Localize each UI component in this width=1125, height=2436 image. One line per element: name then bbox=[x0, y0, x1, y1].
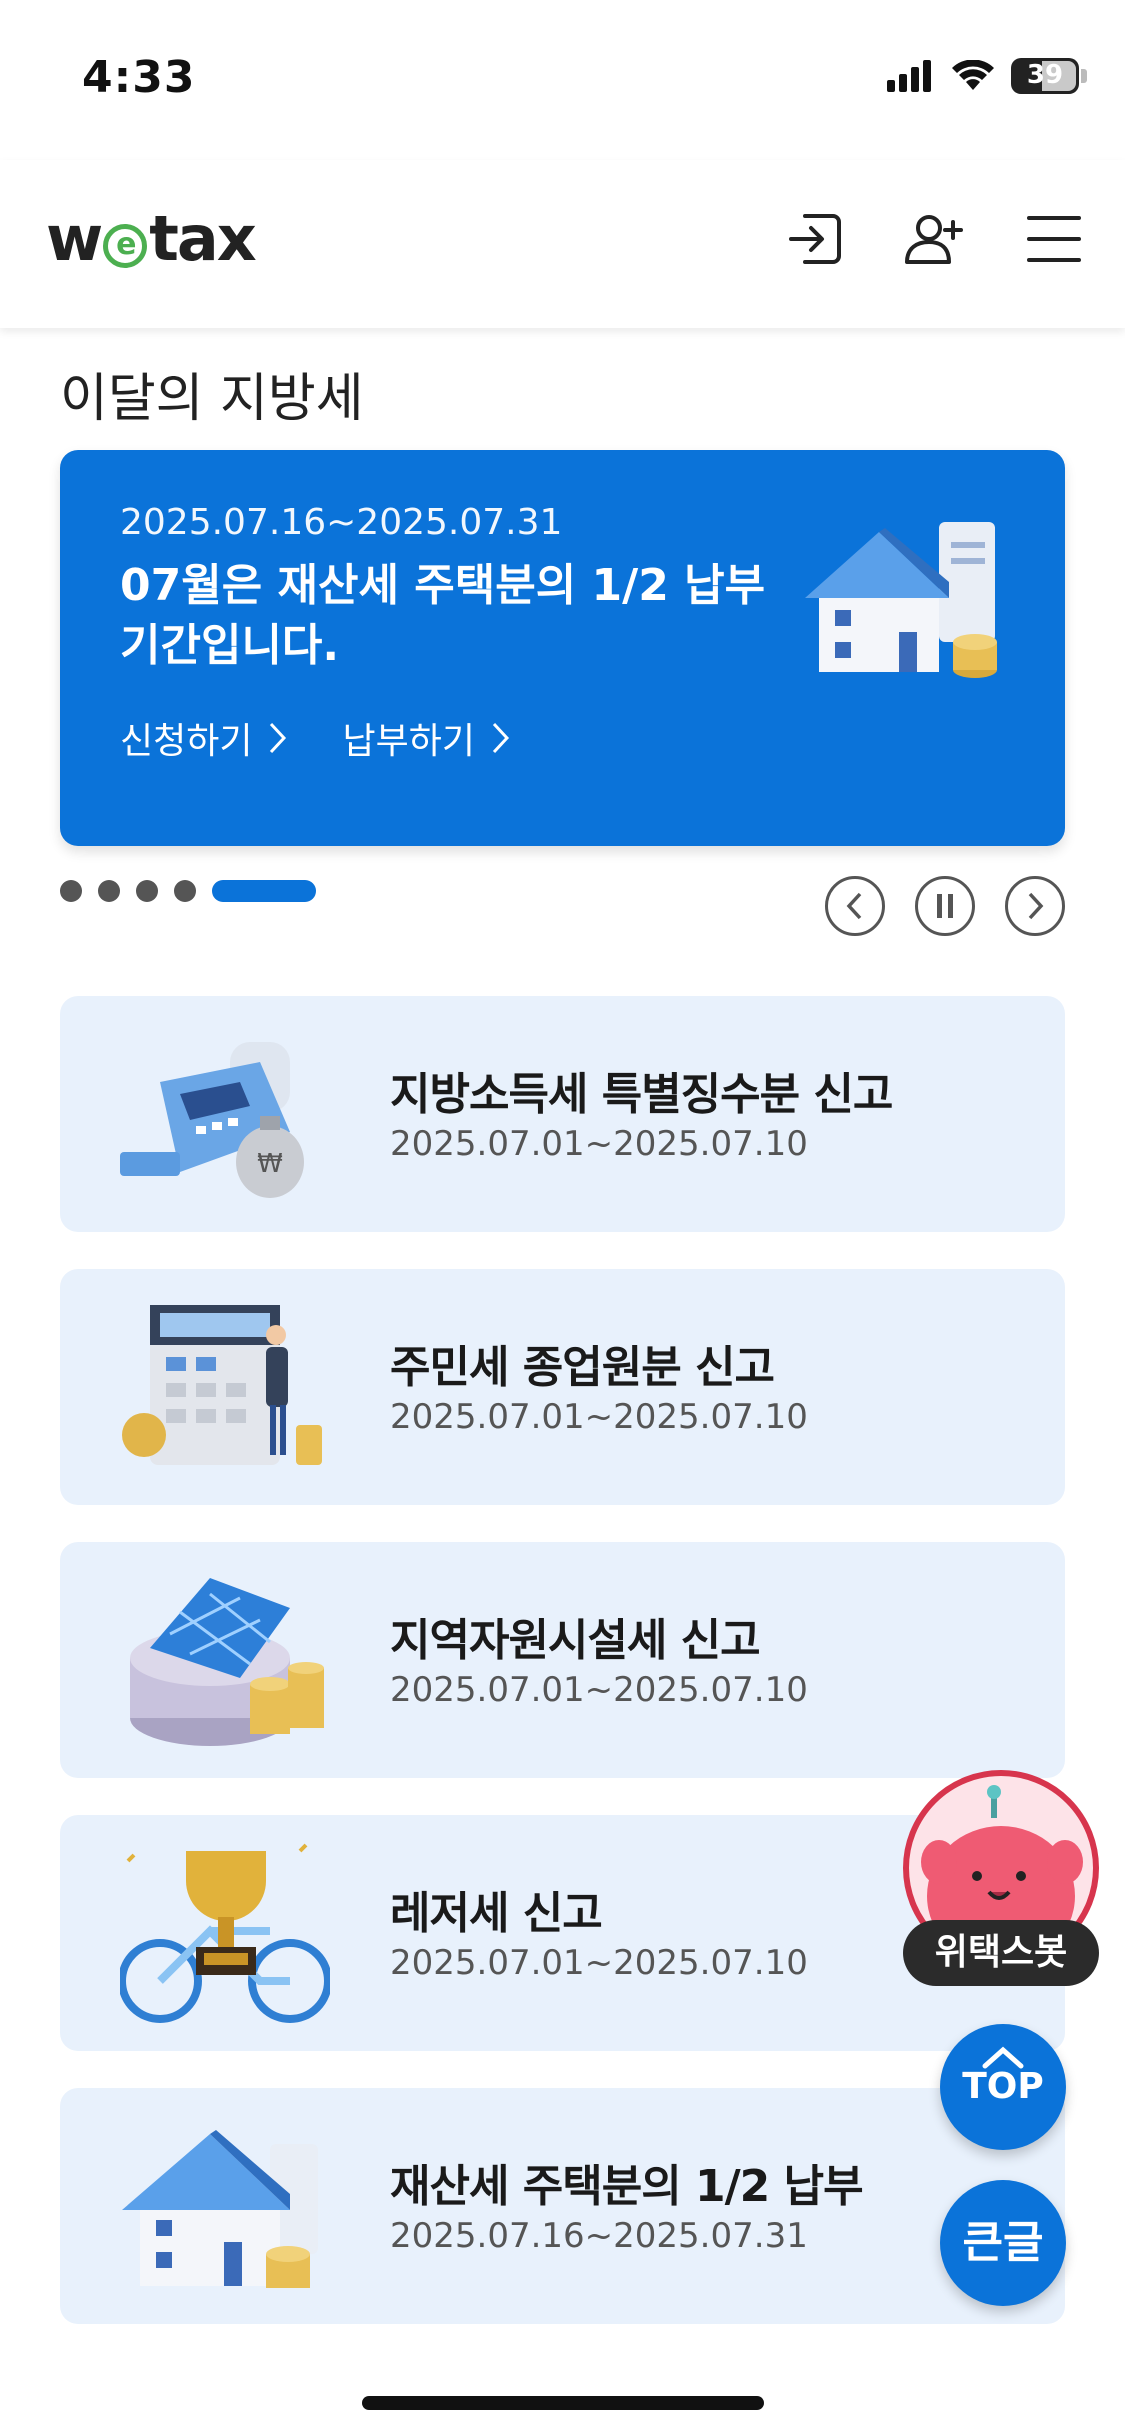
apply-link[interactable]: 신청하기 bbox=[120, 712, 288, 764]
add-user-icon[interactable] bbox=[903, 208, 965, 270]
svg-text:₩: ₩ bbox=[257, 1149, 283, 1179]
card-date: 2025.07.01~2025.07.10 bbox=[390, 1124, 808, 1164]
pause-button[interactable] bbox=[915, 876, 975, 936]
house-coins-icon bbox=[805, 522, 997, 678]
calculator-icon bbox=[122, 1305, 322, 1465]
top-label: TOP bbox=[962, 2066, 1044, 2107]
big-text-label: 큰글 bbox=[962, 2217, 1044, 2268]
tax-schedule-card[interactable]: 주민세 종업원분 신고 2025.07.01~2025.07.10 bbox=[60, 1269, 1065, 1505]
battery-icon: 39 bbox=[1011, 58, 1079, 94]
pagination-dot-active[interactable] bbox=[212, 880, 316, 902]
cellular-signal-icon bbox=[887, 60, 931, 92]
chevron-right-icon bbox=[492, 722, 510, 754]
banner-title: 07월은 재산세 주택분의 1/2 납부 기간입니다. bbox=[120, 560, 766, 671]
chevron-right-icon bbox=[1028, 892, 1044, 920]
card-title: 지역자원시설세 신고 bbox=[390, 1615, 761, 1666]
pagination-dot[interactable] bbox=[60, 880, 82, 902]
pay-link[interactable]: 납부하기 bbox=[342, 712, 510, 764]
pay-link-label: 납부하기 bbox=[342, 721, 475, 762]
pagination-dot[interactable] bbox=[174, 880, 196, 902]
card-date: 2025.07.16~2025.07.31 bbox=[390, 2216, 808, 2256]
wetax-logo[interactable]: w e tax bbox=[46, 202, 257, 275]
pagination-dot[interactable] bbox=[136, 880, 158, 902]
card-title: 레저세 신고 bbox=[390, 1888, 603, 1939]
card-terminal-icon: ₩ bbox=[120, 1042, 304, 1198]
section-title: 이달의 지방세 bbox=[60, 369, 364, 429]
chevron-right-icon bbox=[270, 722, 287, 754]
banner-date: 2025.07.16~2025.07.31 bbox=[120, 502, 563, 543]
header-actions bbox=[783, 208, 1085, 270]
house-coins-icon bbox=[122, 2130, 318, 2288]
banner-pagination bbox=[60, 880, 316, 902]
home-indicator bbox=[362, 2396, 764, 2410]
app-header: w e tax bbox=[0, 160, 1125, 328]
status-time: 4:33 bbox=[82, 52, 196, 103]
card-date: 2025.07.01~2025.07.10 bbox=[390, 1670, 808, 1710]
monthly-tax-banner[interactable]: 2025.07.16~2025.07.31 07월은 재산세 주택분의 1/2 … bbox=[60, 450, 1065, 846]
status-icons: 39 bbox=[887, 58, 1087, 94]
tax-schedule-card[interactable]: ₩ 지방소득세 특별징수분 신고 2025.07.01~2025.07.10 bbox=[60, 996, 1065, 1232]
bot-label: 위택스봇 bbox=[903, 1920, 1099, 1986]
next-button[interactable] bbox=[1005, 876, 1065, 936]
big-text-button[interactable]: 큰글 bbox=[940, 2180, 1066, 2306]
banner-links: 신청하기 납부하기 bbox=[120, 712, 511, 764]
battery-tip bbox=[1081, 69, 1087, 83]
card-title: 지방소득세 특별징수분 신고 bbox=[390, 1069, 893, 1120]
tax-schedule-card[interactable]: 재산세 주택분의 1/2 납부 2025.07.16~2025.07.31 bbox=[60, 2088, 1065, 2324]
status-bar: 4:33 39 bbox=[0, 0, 1125, 160]
pause-icon bbox=[937, 894, 953, 918]
card-title: 재산세 주택분의 1/2 납부 bbox=[390, 2161, 864, 2212]
chevron-left-icon bbox=[846, 892, 862, 920]
login-icon[interactable] bbox=[783, 208, 845, 270]
pagination-dot[interactable] bbox=[98, 880, 120, 902]
prev-button[interactable] bbox=[825, 876, 885, 936]
banner-controls bbox=[825, 876, 1065, 936]
battery-level: 39 bbox=[1026, 60, 1064, 90]
menu-icon[interactable] bbox=[1023, 208, 1085, 270]
wifi-icon bbox=[952, 60, 994, 90]
card-date: 2025.07.01~2025.07.10 bbox=[390, 1397, 808, 1437]
trophy-bicycle-icon bbox=[120, 1843, 330, 2023]
scroll-top-button[interactable]: TOP bbox=[940, 2024, 1066, 2150]
card-date: 2025.07.01~2025.07.10 bbox=[390, 1943, 808, 1983]
card-title: 주민세 종업원분 신고 bbox=[390, 1342, 775, 1393]
apply-link-label: 신청하기 bbox=[120, 721, 253, 762]
solar-panel-icon bbox=[130, 1578, 324, 1746]
wetax-bot-button[interactable]: 위택스봇 bbox=[903, 1770, 1103, 1986]
tax-schedule-card[interactable]: 지역자원시설세 신고 2025.07.01~2025.07.10 bbox=[60, 1542, 1065, 1778]
